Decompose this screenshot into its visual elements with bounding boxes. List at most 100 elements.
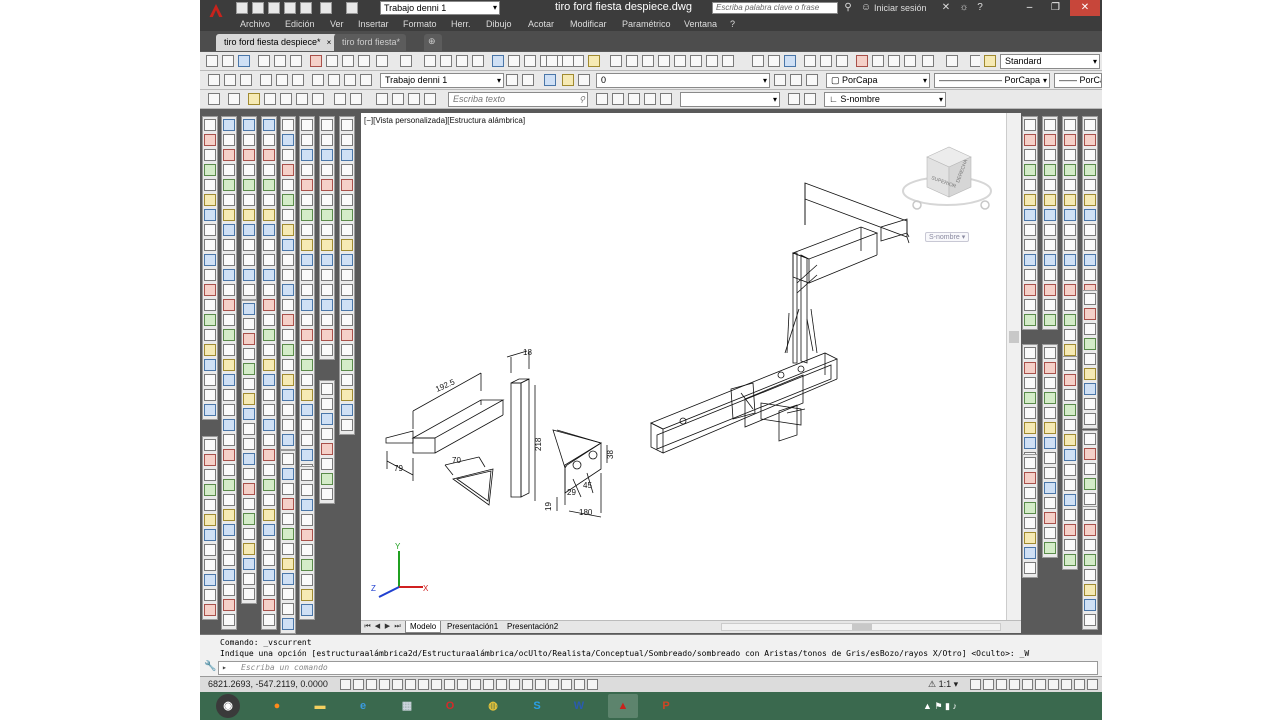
- tool-icon[interactable]: [1064, 254, 1076, 266]
- tool-icon[interactable]: [263, 269, 275, 281]
- tool-icon[interactable]: [223, 524, 235, 536]
- status-toggle-icon[interactable]: [522, 679, 533, 690]
- etransmit-icon[interactable]: [690, 55, 702, 67]
- tool-icon[interactable]: [223, 614, 235, 626]
- tool-icon[interactable]: [263, 599, 275, 611]
- tool-icon[interactable]: [282, 468, 294, 480]
- tool-icon[interactable]: [321, 269, 333, 281]
- tool-icon[interactable]: [301, 314, 313, 326]
- tool-icon[interactable]: [263, 509, 275, 521]
- tool-icon[interactable]: [301, 419, 313, 431]
- tool-icon[interactable]: [282, 284, 294, 296]
- tool-icon[interactable]: [282, 194, 294, 206]
- tool-icon[interactable]: [243, 333, 255, 345]
- layer-on-icon[interactable]: [562, 74, 574, 86]
- tool-icon[interactable]: [243, 149, 255, 161]
- tool-icon[interactable]: [204, 544, 216, 556]
- tool-icon[interactable]: [301, 574, 313, 586]
- tool-icon[interactable]: [321, 413, 333, 425]
- pan-realtime-icon[interactable]: [722, 55, 734, 67]
- tool-icon[interactable]: [243, 483, 255, 495]
- tool-icon[interactable]: [263, 194, 275, 206]
- print-icon[interactable]: [300, 2, 312, 14]
- workspace-toolbar-select[interactable]: Trabajo denni 1 ▾: [380, 73, 504, 88]
- tool-icon[interactable]: [1084, 614, 1096, 626]
- close-tab-icon[interactable]: ×: [327, 38, 332, 47]
- tool-icon[interactable]: [282, 558, 294, 570]
- calculator-icon[interactable]: ▦: [392, 694, 422, 718]
- paste-icon[interactable]: [342, 55, 354, 67]
- tool-icon[interactable]: [301, 179, 313, 191]
- plot-icon[interactable]: [674, 55, 686, 67]
- zoom-extents-icon[interactable]: [660, 93, 672, 105]
- tool-icon[interactable]: [1064, 149, 1076, 161]
- tool-icon[interactable]: [1024, 179, 1036, 191]
- tool-icon[interactable]: [263, 314, 275, 326]
- exchange-icon[interactable]: ✕: [940, 2, 952, 14]
- tool-icon[interactable]: [1064, 224, 1076, 236]
- tool-icon[interactable]: [223, 539, 235, 551]
- workspace-select[interactable]: Trabajo denni 1 ▾: [380, 1, 500, 15]
- open-icon[interactable]: [252, 2, 264, 14]
- tool-icon[interactable]: [223, 434, 235, 446]
- tool-icon[interactable]: [1044, 209, 1056, 221]
- tool-icon[interactable]: [321, 443, 333, 455]
- tool-icon[interactable]: [1024, 284, 1036, 296]
- tool-icon[interactable]: [341, 389, 353, 401]
- tool-icon[interactable]: [1084, 398, 1096, 410]
- tool-icon[interactable]: [204, 454, 216, 466]
- tool-icon[interactable]: [341, 419, 353, 431]
- tool-icon[interactable]: [204, 164, 216, 176]
- tool-icon[interactable]: [301, 284, 313, 296]
- tool-icon[interactable]: [1044, 452, 1056, 464]
- powerpoint-icon[interactable]: P: [651, 694, 681, 718]
- tool-icon[interactable]: [1044, 497, 1056, 509]
- tool-icon[interactable]: [1084, 224, 1096, 236]
- tool-icon[interactable]: [1024, 437, 1036, 449]
- tool-icon[interactable]: [321, 488, 333, 500]
- tool-icon[interactable]: [1024, 254, 1036, 266]
- tool-icon[interactable]: [282, 618, 294, 630]
- tab-file-despiece[interactable]: tiro ford fiesta despiece* ×: [216, 34, 338, 51]
- tool-icon[interactable]: [243, 119, 255, 131]
- tool-icon[interactable]: [282, 389, 294, 401]
- tool-icon[interactable]: [282, 209, 294, 221]
- skype-icon[interactable]: S: [522, 694, 552, 718]
- tool-icon[interactable]: [301, 499, 313, 511]
- tool-icon[interactable]: [321, 179, 333, 191]
- tool-icon[interactable]: [263, 164, 275, 176]
- scrollbar-thumb[interactable]: [1009, 331, 1019, 343]
- tab-file-fiesta[interactable]: tiro ford fiesta*: [334, 34, 407, 51]
- status-tool-icon[interactable]: [1035, 679, 1046, 690]
- materials-icon[interactable]: [264, 93, 276, 105]
- status-toggle-icon[interactable]: [509, 679, 520, 690]
- file-explorer-icon[interactable]: ▬: [305, 694, 335, 718]
- user-icon[interactable]: ☺: [860, 2, 872, 14]
- tool-icon[interactable]: [282, 269, 294, 281]
- preview-icon[interactable]: [274, 55, 286, 67]
- status-toggle-icon[interactable]: [496, 679, 507, 690]
- redo-icon[interactable]: [946, 55, 958, 67]
- status-toggle-icon[interactable]: [535, 679, 546, 690]
- tool-icon[interactable]: [204, 224, 216, 236]
- tool-icon[interactable]: [321, 383, 333, 395]
- zoom-icon[interactable]: [440, 55, 452, 67]
- tool-icon[interactable]: [1084, 524, 1096, 536]
- zoom-window-icon[interactable]: [456, 55, 468, 67]
- tool-icon[interactable]: [321, 149, 333, 161]
- tool-icon[interactable]: [301, 239, 313, 251]
- tool-icon[interactable]: [1064, 119, 1076, 131]
- copy-icon[interactable]: [872, 55, 884, 67]
- viewcube[interactable]: SUPERIOR DERECHA: [902, 146, 992, 210]
- tool-icon[interactable]: [341, 359, 353, 371]
- tool-icon[interactable]: [341, 119, 353, 131]
- tool-icon[interactable]: [1084, 569, 1096, 581]
- tool-icon[interactable]: [301, 119, 313, 131]
- tool-icon[interactable]: [1064, 404, 1076, 416]
- tool-icon[interactable]: [1084, 149, 1096, 161]
- tool-icon[interactable]: [223, 314, 235, 326]
- text-style-icon[interactable]: [984, 55, 996, 67]
- status-toggle-icon[interactable]: [574, 679, 585, 690]
- tool-icon[interactable]: [223, 119, 235, 131]
- zoom-previous-icon[interactable]: [472, 55, 484, 67]
